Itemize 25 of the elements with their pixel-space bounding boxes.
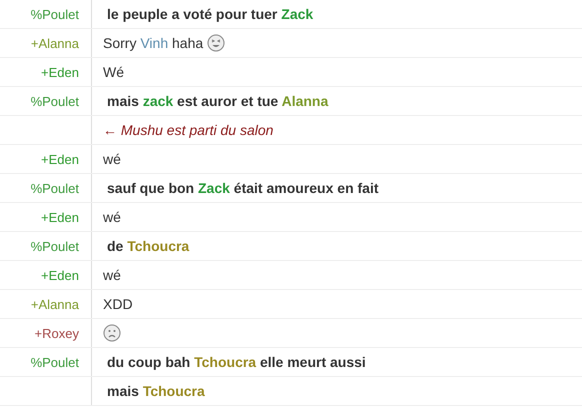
nickname: +Eden [41,64,79,80]
message-text: wé [103,209,121,225]
message-text: Sorry Vinh haha [103,35,204,51]
message-text: XDD [103,296,133,312]
nickname: %Poulet [30,354,79,370]
message-text: mais Tchoucra [106,383,205,399]
nickname: +Alanna [30,36,79,50]
message-text: du coup bah Tchoucra elle meurt aussi [106,354,366,370]
nickname: +Eden [41,268,79,282]
message-text: Wé [103,64,124,80]
message-text: mais zack est auror et tue Alanna [106,93,328,109]
message-text: wé [103,267,121,283]
nickname: %Poulet [30,94,79,108]
nickname: %Poulet [30,238,79,254]
nickname: +Eden [41,210,79,224]
nickname: +Roxey [34,326,79,340]
message-text: wé [103,151,121,167]
leave-notice: ← Mushu est parti du salon [103,122,274,138]
message-text: sauf que bon Zack était amoureux en fait [106,180,379,196]
nickname: +Eden [41,152,79,166]
nickname: %Poulet [30,6,79,22]
message-text: de Tchoucra [106,238,190,254]
message-text: le peuple a voté pour tuer Zack [106,6,314,22]
nickname: +Alanna [30,296,79,312]
nickname: %Poulet [30,180,79,196]
